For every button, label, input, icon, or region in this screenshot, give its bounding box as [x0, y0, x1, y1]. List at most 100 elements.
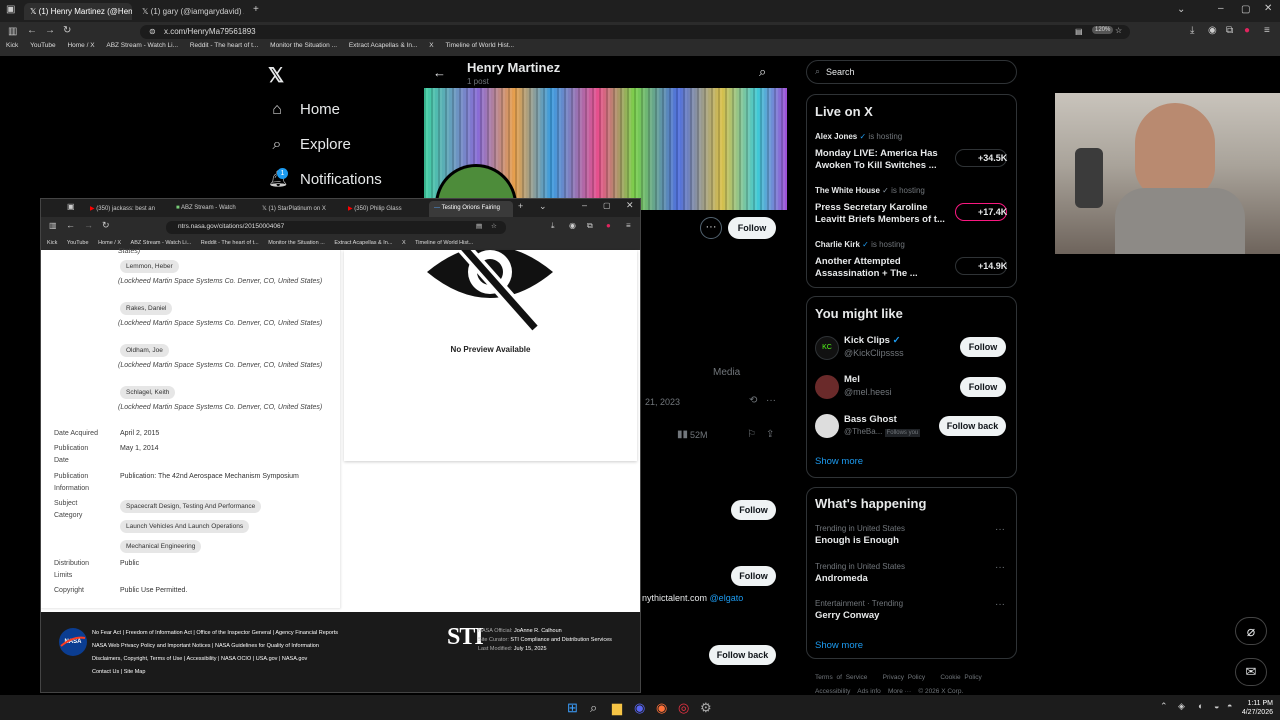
zoom-badge[interactable]: 120%: [1092, 26, 1114, 34]
live-item-2[interactable]: The White House ✓ is hosting Press Secre…: [815, 186, 945, 226]
volume-icon[interactable]: ◓: [1227, 702, 1232, 711]
bookmark-reddit[interactable]: Reddit - The heart of t...: [190, 42, 259, 49]
extensions-icon[interactable]: ⧉: [1226, 26, 1233, 36]
file-explorer-icon[interactable]: ▆: [612, 701, 622, 714]
new-tab-icon[interactable]: +: [518, 202, 523, 211]
trend-more-icon[interactable]: ···: [995, 525, 1005, 535]
bookmark-monitor[interactable]: Monitor the Situation ...: [270, 42, 337, 49]
tab-list-icon[interactable]: ⌄: [539, 202, 547, 211]
bookmark-kick[interactable]: Kick: [6, 42, 18, 49]
popup-tab[interactable]: ▶ (350) Philip Glass: [343, 201, 427, 217]
clock[interactable]: 1:11 PM 4/27/2026: [1241, 699, 1273, 717]
footer-links-row-2[interactable]: NASA Web Privacy Policy and Important No…: [92, 643, 319, 649]
search-input[interactable]: ⌕ Search: [806, 60, 1017, 84]
bookmark-acapellas[interactable]: Extract Acapellas & In...: [334, 240, 392, 246]
outer-tab-gary[interactable]: 𝕏 (1) gary (@iamgarydavid) / X: [136, 3, 244, 20]
maximize-icon[interactable]: ▢: [603, 202, 611, 210]
grok-button-icon[interactable]: ⌀: [1235, 617, 1267, 645]
tab-list-icon[interactable]: ⌄: [1177, 5, 1185, 15]
tab-media[interactable]: Media: [713, 367, 740, 378]
suggestion-kick-clips[interactable]: Kick Clips ✓ @KickClipssss: [844, 335, 904, 358]
tray-chevron-icon[interactable]: ⌃: [1160, 702, 1168, 711]
bookmark-kick[interactable]: Kick: [47, 240, 57, 246]
messages-button-icon[interactable]: ✉: [1235, 658, 1267, 686]
trend-item[interactable]: Trending in United States Enough is Enoug…: [815, 524, 905, 546]
author-chip[interactable]: Schlagel, Keith: [120, 386, 176, 399]
popup-tab[interactable]: ■ ABZ Stream - Watch: [171, 201, 255, 217]
reload-icon[interactable]: ↻: [63, 26, 71, 36]
downloads-icon[interactable]: ⤓: [1190, 26, 1194, 36]
menu-icon[interactable]: ≡: [626, 222, 631, 230]
follow-back-button[interactable]: Follow back: [709, 645, 776, 665]
live-item-3[interactable]: Charlie Kirk ✓ is hosting Another Attemp…: [815, 240, 945, 280]
footer-link[interactable]: Ads info: [857, 688, 881, 695]
network-icon[interactable]: ◒: [1214, 702, 1219, 711]
forward-icon[interactable]: →: [84, 221, 93, 230]
menu-icon[interactable]: ≡: [1264, 26, 1270, 36]
reader-icon[interactable]: ▤: [1075, 27, 1083, 36]
live-count-1[interactable]: +34.5K: [955, 149, 1007, 167]
firefox-icon[interactable]: ◉: [656, 701, 667, 714]
reload-icon[interactable]: ↻: [102, 221, 110, 230]
live-count-3[interactable]: +14.9K: [955, 257, 1007, 275]
footer-links-row-4[interactable]: Contact Us | Site Map: [92, 669, 145, 675]
footer-link[interactable]: Accessibility: [815, 688, 850, 695]
trend-more-icon[interactable]: ···: [995, 600, 1005, 610]
minimize-icon[interactable]: –: [582, 201, 587, 210]
bookmark-abz[interactable]: ABZ Stream - Watch Li...: [106, 42, 178, 49]
popup-tab[interactable]: 𝕏 (1) StarPlatinum on X: [257, 201, 341, 217]
bio-link[interactable]: nythictalent.com @elgato: [642, 593, 743, 603]
popup-url-field[interactable]: ntrs.nasa.gov/citations/20150004067 ▤ ☆: [166, 221, 506, 234]
bookmark-star-icon[interactable]: ☆: [491, 222, 497, 230]
new-tab-icon[interactable]: +: [253, 5, 259, 15]
suggestion-bass-ghost[interactable]: Bass Ghost @TheBa... Follows you: [844, 414, 921, 437]
downloads-icon[interactable]: ⤓: [551, 222, 555, 230]
author-chip[interactable]: Oldham, Joe: [120, 344, 169, 357]
search-icon[interactable]: ⌕: [590, 701, 597, 714]
follow-kick-clips-button[interactable]: Follow: [960, 337, 1006, 357]
forward-icon[interactable]: →: [45, 26, 55, 36]
subject-chip[interactable]: Launch Vehicles And Launch Operations: [120, 520, 250, 533]
extension-badge-icon[interactable]: ●: [606, 222, 611, 230]
close-window-icon[interactable]: ✕: [1264, 4, 1272, 14]
popup-tab[interactable]: ▶ (350) jackass: best an: [85, 201, 169, 217]
account-icon[interactable]: ◉: [1208, 26, 1217, 36]
popup-tab-active[interactable]: — Testing Orions Fairing: [429, 201, 513, 217]
share-icon[interactable]: ⇪: [766, 430, 774, 440]
follow-button[interactable]: Follow: [728, 217, 776, 239]
nasa-logo-icon[interactable]: NASA: [59, 628, 87, 656]
trend-item[interactable]: Entertainment · Trending Gerry Conway: [815, 599, 903, 621]
trend-item[interactable]: Trending in United States Andromeda: [815, 562, 905, 584]
extensions-icon[interactable]: ⧉: [587, 222, 593, 230]
discord-icon[interactable]: ◉: [634, 701, 645, 714]
post-more-icon[interactable]: ···: [766, 396, 776, 406]
suggestion-mel[interactable]: Mel @mel.heesi: [844, 374, 892, 397]
footer-link[interactable]: Cookie Policy: [940, 674, 981, 681]
subject-chip[interactable]: Mechanical Engineering: [120, 540, 202, 553]
subject-chip[interactable]: Spacecraft Design, Testing And Performan…: [120, 500, 262, 513]
bookmark-youtube[interactable]: YouTube: [30, 42, 56, 49]
bookmark-star-icon[interactable]: ☆: [1115, 26, 1122, 35]
follow-back-bass-ghost-button[interactable]: Follow back: [939, 416, 1006, 436]
footer-links-row-3[interactable]: Disclaimers, Copyright, Terms of Use | A…: [92, 656, 307, 662]
back-icon[interactable]: ←: [27, 26, 37, 36]
grok-icon[interactable]: ⟲: [749, 396, 757, 406]
outer-tab-henry[interactable]: 𝕏 (1) Henry Martinez (@HenryMa: [24, 3, 132, 20]
bookmark-timeline[interactable]: Timeline of World Hist...: [415, 240, 473, 246]
sidebar-icon[interactable]: ▥: [8, 27, 17, 37]
minimize-icon[interactable]: –: [1218, 4, 1224, 14]
outer-url-field[interactable]: ⊜ x.com/HenryMa79561893 ▤ 120% ☆: [140, 25, 1130, 39]
back-icon[interactable]: ←: [66, 221, 75, 230]
x-logo-icon[interactable]: 𝕏: [268, 63, 284, 88]
site-info-icon[interactable]: ⊜: [149, 27, 156, 36]
windows-start-icon[interactable]: ⊞: [567, 701, 578, 714]
author-chip[interactable]: Lemmon, Heber: [120, 260, 179, 273]
bookmark-acapellas[interactable]: Extract Acapellas & In...: [349, 42, 418, 49]
bookmark-timeline[interactable]: Timeline of World Hist...: [445, 42, 514, 49]
tab-overview-icon[interactable]: ▣: [67, 203, 75, 211]
maximize-icon[interactable]: ▢: [1241, 5, 1250, 15]
bookmark-x[interactable]: X: [402, 240, 406, 246]
footer-link[interactable]: Terms of Service: [815, 674, 867, 681]
follow-mel-button[interactable]: Follow: [960, 377, 1006, 397]
account-icon[interactable]: ◉: [569, 222, 576, 230]
